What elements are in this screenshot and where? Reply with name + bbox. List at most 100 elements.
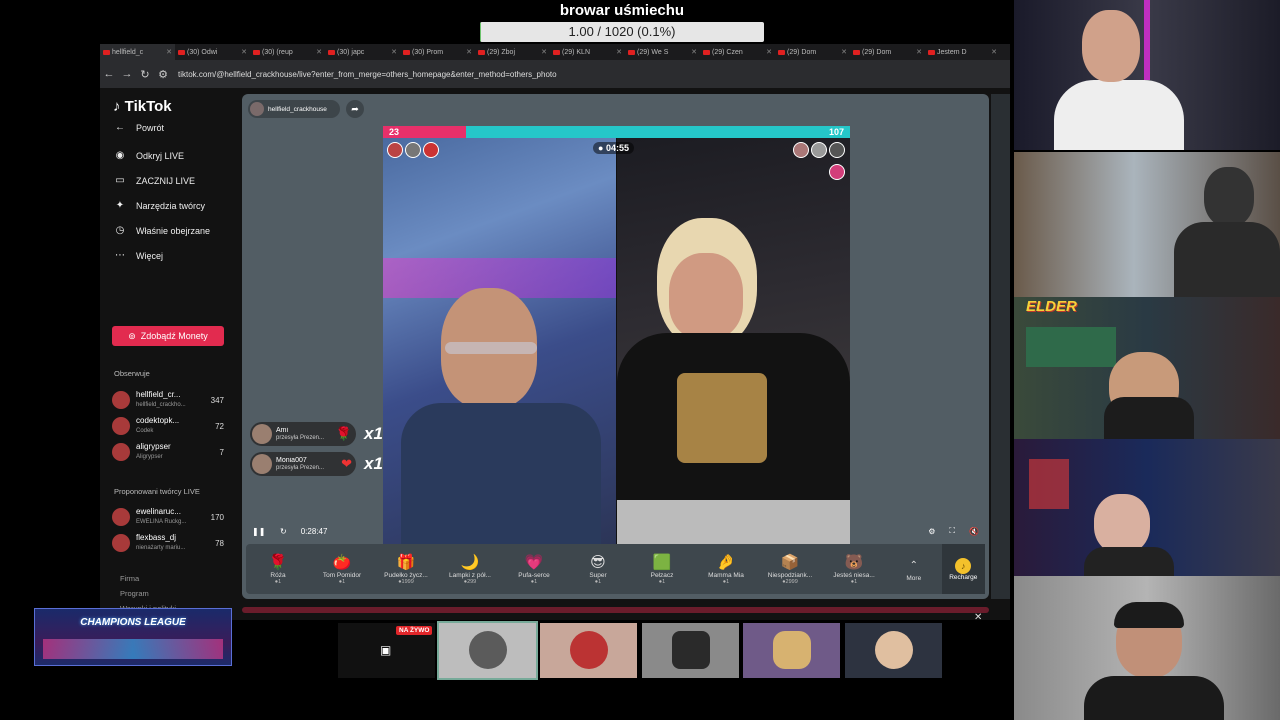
sidebar-item[interactable]: ▭ ZACZNIJ LIVE — [114, 175, 195, 186]
tiktok-logo[interactable]: ♪ TikTok — [113, 98, 172, 115]
browser-tab[interactable]: (29) Czen ✕ — [700, 44, 775, 60]
browser-tab[interactable]: (30) (reup ✕ — [250, 44, 325, 60]
account-item[interactable]: flexbass_dj nienażarty mariu... 78 — [112, 533, 224, 553]
settings-icon[interactable]: ⚙ — [928, 527, 935, 536]
close-tab-icon[interactable]: ✕ — [166, 48, 175, 56]
sidebar-item[interactable]: ⋯ Więcej — [114, 250, 163, 261]
goal-progress-bar: 1.00 / 1020 (0.1%) — [480, 22, 764, 42]
webcam-2 — [1014, 152, 1280, 297]
viewer-count: 170 — [210, 512, 224, 522]
gift-icon: 🌹 — [268, 553, 288, 571]
account-item[interactable]: codektopk... Codek 72 — [112, 416, 224, 436]
mute-icon[interactable]: 🔇 — [969, 527, 979, 536]
supporter-avatar[interactable] — [387, 142, 403, 158]
close-tab-icon[interactable]: ✕ — [691, 48, 700, 56]
host-chip[interactable]: hellfield_crackhouse — [248, 100, 340, 118]
close-icon[interactable]: ✕ — [974, 612, 982, 623]
close-tab-icon[interactable]: ✕ — [766, 48, 775, 56]
footer-link[interactable]: Program — [120, 589, 149, 598]
supporter-avatar[interactable] — [829, 142, 845, 158]
supporter-avatar[interactable] — [405, 142, 421, 158]
thumbnail-stream[interactable] — [540, 623, 637, 678]
close-tab-icon[interactable]: ✕ — [466, 48, 475, 56]
thumbnail-stream[interactable] — [845, 623, 942, 678]
supporter-avatar[interactable] — [793, 142, 809, 158]
refresh-icon[interactable]: ↻ — [280, 527, 287, 536]
recharge-button[interactable]: ♪ Recharge — [941, 544, 985, 594]
coin-icon: ♪ — [955, 557, 972, 574]
browser-tab[interactable]: (30) japc ✕ — [325, 44, 400, 60]
avatar — [252, 454, 272, 474]
sidebar-item[interactable]: ◷ Właśnie obejrzane — [114, 225, 210, 236]
gift-item[interactable]: 🌙 Lampki z pół... ●299 — [438, 544, 502, 594]
close-tab-icon[interactable]: ✕ — [916, 48, 925, 56]
gift-item[interactable]: 💗 Pufa-serce ●1 — [502, 544, 566, 594]
youtube-icon — [478, 49, 485, 55]
browser-tab[interactable]: Jestem D ✕ — [925, 44, 1000, 60]
right-video — [617, 138, 850, 544]
close-tab-icon[interactable]: ✕ — [541, 48, 550, 56]
forward-icon[interactable]: → — [118, 68, 136, 80]
account-item[interactable]: hellfield_cr... hellfield_crackho... 347 — [112, 390, 224, 410]
close-tab-icon[interactable]: ✕ — [841, 48, 850, 56]
avatar — [112, 534, 130, 552]
share-button[interactable]: ➦ — [346, 100, 364, 118]
browser-tab[interactable]: (29) Dom ✕ — [850, 44, 925, 60]
gift-item[interactable]: 🍅 Tom Pomidor ●1 — [310, 544, 374, 594]
back-icon[interactable]: ← — [100, 68, 118, 80]
account-item[interactable]: ewelinaruc... EWELINA Ruckg... 170 — [112, 507, 224, 527]
gift-item[interactable]: 🤌 Mamma Mia ●1 — [694, 544, 758, 594]
gift-item[interactable]: 🟩 Pełzacz ●1 — [630, 544, 694, 594]
reload-icon[interactable]: ↻ — [136, 68, 154, 81]
account-item[interactable]: aligrypser Aligrypser 7 — [112, 442, 224, 462]
sidebar-item[interactable]: ✦ Narzędzia twórcy — [114, 200, 205, 211]
webcam-1 — [1014, 0, 1280, 150]
gift-sender: Monia007 — [276, 457, 307, 464]
browser-tab[interactable]: (29) Zboj ✕ — [475, 44, 550, 60]
back-button[interactable]: ← Powrót — [114, 122, 164, 133]
tab-label: (29) KLN — [562, 48, 591, 56]
close-tab-icon[interactable]: ✕ — [316, 48, 325, 56]
browser-tab[interactable]: hellfield_c ✕ — [100, 44, 175, 60]
pause-icon[interactable]: ❚❚ — [252, 527, 266, 536]
youtube-icon — [103, 49, 110, 55]
gift-item[interactable]: 😎 Super ●1 — [566, 544, 630, 594]
footer-link[interactable]: Firma — [120, 574, 139, 583]
close-tab-icon[interactable]: ✕ — [991, 48, 1000, 56]
gift-name: Lampki z pół... — [449, 571, 491, 579]
gift-bar: 🌹 Róża ●1 🍅 Tom Pomidor ●1 🎁 Pudełko życz... ●19… — [246, 544, 985, 594]
sidebar-item[interactable]: ◉ Odkryj LIVE — [114, 150, 184, 161]
close-tab-icon[interactable]: ✕ — [241, 48, 250, 56]
browser-tab[interactable]: (30) Prom ✕ — [400, 44, 475, 60]
supporter-avatar[interactable] — [423, 142, 439, 158]
thumbnail-stream[interactable] — [437, 621, 538, 680]
youtube-icon — [253, 49, 260, 55]
browser-tab[interactable]: (29) We S ✕ — [625, 44, 700, 60]
gift-item[interactable]: 🎁 Pudełko życz... ●1999 — [374, 544, 438, 594]
thumbnail-stream[interactable] — [743, 623, 840, 678]
get-coins-button[interactable]: ⊚ Zdobądź Monety — [112, 326, 224, 346]
gift-item[interactable]: 🐻 Jesteś niesa... ●1 — [822, 544, 886, 594]
supporter-avatar[interactable] — [811, 142, 827, 158]
gift-message: Ami przesyła Prezen... 🌹 — [250, 422, 356, 446]
close-tab-icon[interactable]: ✕ — [391, 48, 400, 56]
address-bar: ← → ↻ ⚙ tiktok.com/@hellfield_crackhouse… — [100, 60, 1010, 88]
close-tab-icon[interactable]: ✕ — [616, 48, 625, 56]
avatar — [112, 391, 130, 409]
url-field[interactable]: tiktok.com/@hellfield_crackhouse/live?en… — [178, 70, 557, 79]
arrow-left-icon: ← — [115, 122, 125, 133]
browser-tab[interactable]: (29) KLN ✕ — [550, 44, 625, 60]
fullscreen-icon[interactable]: ⛶ — [949, 526, 955, 536]
opponent-avatar[interactable] — [829, 164, 845, 180]
site-info-icon[interactable]: ⚙ — [154, 68, 172, 81]
thumbnail-stream[interactable] — [642, 623, 739, 678]
gift-name: Niespodziank... — [767, 571, 813, 579]
browser-tab[interactable]: (29) Dom ✕ — [775, 44, 850, 60]
gift-item[interactable]: 🌹 Róża ●1 — [246, 544, 310, 594]
tab-label: (30) Prom — [412, 48, 444, 56]
gift-item[interactable]: 📦 Niespodziank... ●2999 — [758, 544, 822, 594]
more-gifts-button[interactable]: ⌃ More — [886, 544, 942, 594]
gift-price: 2999 — [785, 578, 798, 585]
browser-tab[interactable]: (30) Odwi ✕ — [175, 44, 250, 60]
webcam-3 — [1014, 297, 1280, 439]
